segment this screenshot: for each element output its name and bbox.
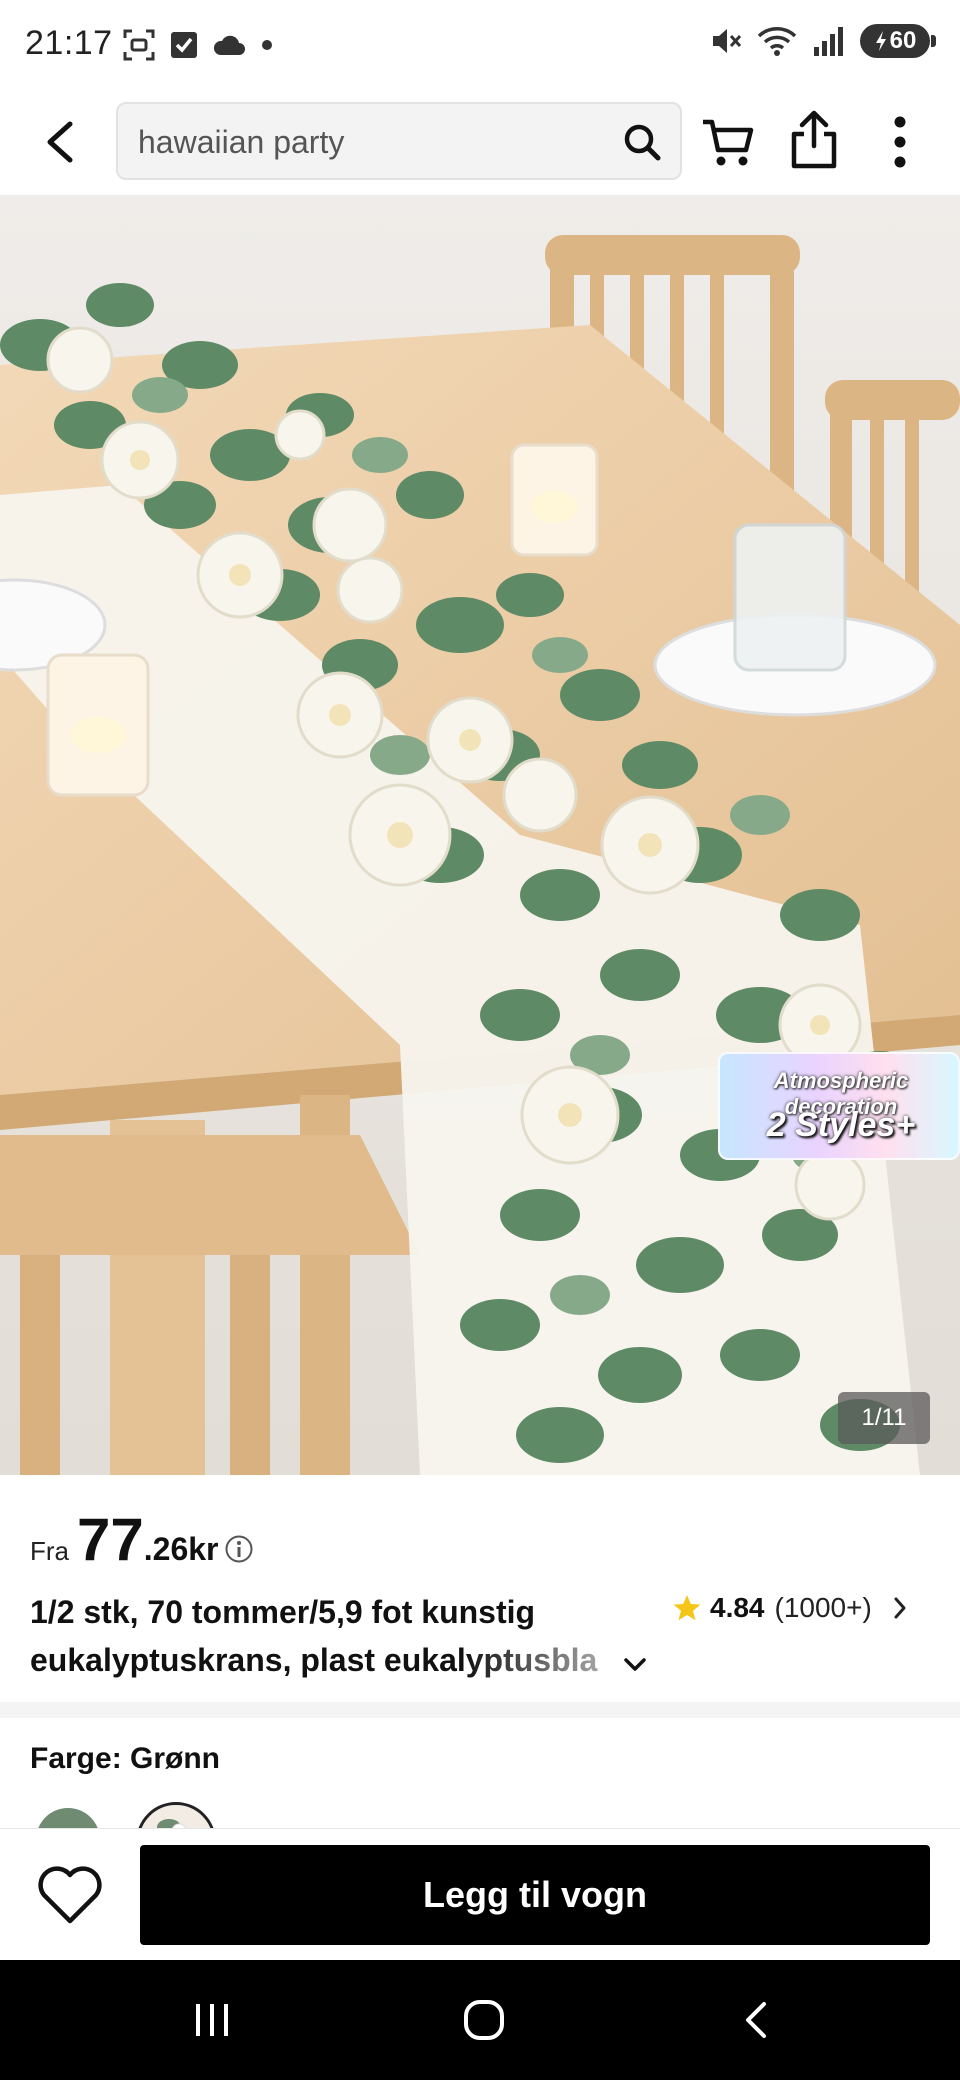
price-minor: .26kr (143, 1531, 219, 1567)
heart-icon[interactable] (36, 1863, 104, 1927)
battery-indicator: 60 (860, 24, 936, 58)
product-photo (0, 195, 960, 1475)
product-image[interactable] (0, 195, 960, 1475)
rating-value: 4.84 (710, 1592, 765, 1623)
product-title[interactable]: 1/2 stk, 70 tommer/5,9 fot kunstig eukal… (30, 1588, 650, 1684)
badge-line2: 2 Styles+ (766, 1106, 916, 1144)
cloud-icon (213, 35, 245, 55)
search-query: hawaiian party (138, 124, 345, 160)
price: Fra 77 .26kr (30, 1505, 254, 1574)
battery-level: 60 (889, 27, 917, 54)
system-nav-bar (0, 1960, 960, 2080)
wifi-icon (757, 27, 797, 56)
rating-summary[interactable]: 4.84 (1000+) (672, 1592, 908, 1624)
status-bar: 21:17 60 (0, 0, 960, 90)
color-label: Farge: Grønn (30, 1742, 221, 1775)
section-divider (0, 1702, 960, 1718)
price-prefix: Fra (30, 1536, 69, 1566)
recents-icon[interactable] (190, 1998, 234, 2042)
status-left-icons (122, 28, 274, 62)
back-button[interactable] (30, 112, 90, 172)
status-right-icons: 60 (710, 24, 936, 58)
status-time: 21:17 (25, 24, 113, 62)
checkbox-icon (171, 32, 197, 58)
home-icon[interactable] (462, 1998, 506, 2042)
promo-badge: Atmospheric decoration 2 Styles+ (718, 1052, 960, 1160)
info-icon[interactable] (224, 1534, 254, 1564)
more-vertical-icon (894, 116, 906, 168)
dot-icon (262, 40, 272, 50)
rating-count: (1000+) (774, 1592, 872, 1623)
top-bar: hawaiian party (0, 90, 960, 195)
search-input[interactable]: hawaiian party (116, 102, 682, 180)
screenshot-icon (123, 29, 155, 61)
bottom-action-bar: Legg til vogn (0, 1828, 960, 1960)
search-icon[interactable] (622, 122, 662, 162)
nav-back-icon[interactable] (738, 1998, 774, 2042)
signal-icon (814, 27, 843, 56)
add-to-cart-button[interactable]: Legg til vogn (140, 1845, 930, 1945)
price-major: 77 (77, 1506, 144, 1573)
battery-nub (931, 35, 936, 47)
charging-bolt-icon (875, 31, 886, 51)
title-line1: 1/2 stk, 70 tommer/5,9 fot kunstig (30, 1594, 536, 1630)
chevron-down-icon[interactable] (618, 1648, 652, 1682)
image-counter: 1/11 (838, 1392, 930, 1444)
star-icon (673, 1595, 701, 1621)
back-arrow-icon (47, 121, 73, 163)
chevron-right-icon (894, 1597, 906, 1619)
more-options-button[interactable] (872, 110, 928, 174)
title-line2: eukalyptuskrans, plast eukalyptusbla (30, 1636, 650, 1684)
cart-icon[interactable] (700, 112, 756, 172)
mute-icon (713, 29, 742, 53)
share-icon[interactable] (786, 108, 842, 172)
